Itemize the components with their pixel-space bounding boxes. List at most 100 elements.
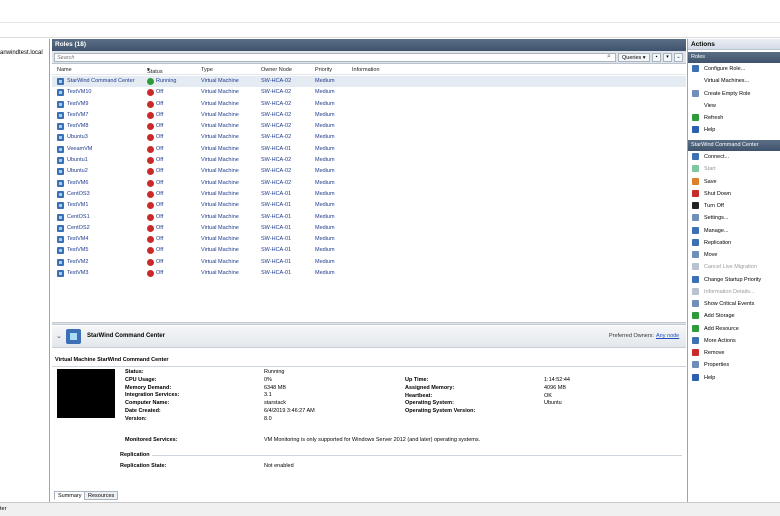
settings-icon — [692, 214, 699, 222]
table-row[interactable]: TestVM4 Off Virtual Machine SW-HCA-01 Medium — [52, 234, 686, 245]
action-item[interactable]: Virtual Machines... — [688, 75, 780, 87]
action-item[interactable]: Help — [688, 372, 780, 384]
table-row[interactable]: TestVM7 Off Virtual Machine SW-HCA-02 Medium — [52, 110, 686, 121]
column-status[interactable]: Status ▾ — [147, 67, 163, 75]
table-row[interactable]: CentOS2 Off Virtual Machine SW-HCA-01 Medium — [52, 223, 686, 234]
table-row[interactable]: VeeamVM Off Virtual Machine SW-HCA-01 Medium — [52, 144, 686, 155]
virtual-machine-icon — [57, 89, 64, 97]
off-status-icon — [147, 213, 154, 221]
role-name: TestVM1 — [67, 202, 89, 209]
off-status-icon — [147, 123, 154, 131]
virtual-machine-icon — [57, 157, 64, 165]
role-owner-node: SW-HCA-02 — [261, 179, 292, 186]
actions-section-vm[interactable]: StarWind Command Center — [688, 140, 780, 151]
table-row[interactable]: StarWind Command Center Running Virtual Ma… — [52, 76, 686, 88]
table-row[interactable]: Ubuntu2 Off Virtual Machine SW-HCA-02 Medium — [52, 166, 686, 177]
action-item[interactable]: Manage... — [688, 225, 780, 237]
table-row[interactable]: TestVM5 Off Virtual Machine SW-HCA-01 Medium — [52, 245, 686, 256]
action-item[interactable]: Shut Down — [688, 188, 780, 200]
detail-value: 6348 MB — [264, 384, 287, 391]
detail-value: 1:14:52:44 — [544, 377, 570, 383]
column-name[interactable]: Name — [57, 67, 72, 73]
properties-icon — [692, 361, 699, 369]
startup-priority-icon — [692, 275, 699, 283]
roles-table-body: StarWind Command Center Running Virtual Ma… — [52, 76, 686, 279]
search-input[interactable] — [54, 53, 616, 62]
action-item[interactable]: Turn Off — [688, 200, 780, 212]
virtual-machine-icon — [57, 145, 64, 153]
action-item[interactable]: More Actions — [688, 335, 780, 347]
action-item[interactable]: Connect... — [688, 151, 780, 163]
table-row[interactable]: TestVM8 Off Virtual Machine SW-HCA-02 Medium — [52, 121, 686, 132]
role-priority: Medium — [315, 202, 335, 209]
action-item[interactable]: Information Details... — [688, 286, 780, 298]
replication-state-value: Not enabled — [264, 463, 294, 469]
tab-summary[interactable]: Summary — [54, 491, 86, 500]
manage-icon — [692, 226, 699, 234]
action-item[interactable]: Remove — [688, 347, 780, 359]
action-item[interactable]: Change Startup Priority — [688, 274, 780, 286]
column-status-label: Status — [147, 69, 163, 75]
action-item[interactable]: Replication — [688, 237, 780, 249]
column-priority[interactable]: Priority — [315, 67, 332, 73]
table-row[interactable]: TestVM2 Off Virtual Machine SW-HCA-01 Medium — [52, 257, 686, 268]
detail-value: 6/4/2019 3:46:27 AM — [264, 408, 315, 414]
vm-thumbnail[interactable] — [57, 369, 115, 418]
table-row[interactable]: CentOS3 Off Virtual Machine SW-HCA-01 Medium — [52, 189, 686, 200]
tab-resources[interactable]: Resources — [84, 491, 119, 500]
action-item[interactable]: Add Resource — [688, 323, 780, 335]
action-item[interactable]: Save — [688, 176, 780, 188]
table-row[interactable]: TestVM10 Off Virtual Machine SW-HCA-02 Mediu… — [52, 87, 686, 98]
action-item[interactable]: Cancel Live Migration — [688, 261, 780, 273]
virtual-machine-icon — [66, 329, 81, 344]
action-item[interactable]: Properties — [688, 359, 780, 371]
action-item[interactable]: View — [688, 100, 780, 112]
column-type[interactable]: Type — [201, 67, 213, 73]
virtual-machine-icon — [57, 123, 64, 131]
query-dropdown-icon[interactable]: ▾ — [663, 53, 672, 62]
role-type: Virtual Machine — [201, 100, 239, 107]
action-item[interactable]: Add Storage — [688, 310, 780, 322]
action-label: Add Resource — [704, 325, 739, 332]
column-information[interactable]: Information — [352, 67, 380, 73]
help-icon — [692, 373, 699, 381]
action-item[interactable]: Move — [688, 249, 780, 261]
action-item[interactable]: Help — [688, 124, 780, 136]
table-row[interactable]: TestVM3 Off Virtual Machine SW-HCA-01 Medium — [52, 268, 686, 279]
preferred-owners-link[interactable]: Any node — [656, 333, 679, 339]
save-query-icon[interactable]: ▪ — [652, 53, 661, 62]
role-owner-node: SW-HCA-02 — [261, 100, 292, 107]
collapse-icon[interactable]: ⌄ — [674, 53, 683, 62]
role-type: Virtual Machine — [201, 236, 239, 243]
roles-pane: Roles (18) ⌕ Queries ▾ ▪ ▾ ⌄ Name Status… — [52, 39, 686, 502]
status-text: ter — [0, 506, 7, 512]
table-row[interactable]: Ubuntu1 Off Virtual Machine SW-HCA-02 Medium — [52, 155, 686, 166]
table-row[interactable]: CentOS1 Off Virtual Machine SW-HCA-01 Medium — [52, 212, 686, 223]
queries-button[interactable]: Queries ▾ — [618, 53, 650, 62]
column-owner-node[interactable]: Owner Node — [261, 67, 292, 73]
actions-section-roles[interactable]: Roles — [688, 52, 780, 63]
tree-item-cluster[interactable]: anwindtest.local — [0, 50, 43, 56]
action-label: Save — [704, 178, 717, 185]
roles-header: Roles (18) — [52, 39, 686, 51]
detail-label: Integration Services: — [125, 392, 180, 399]
action-item[interactable]: Start — [688, 163, 780, 175]
role-status: Off — [156, 179, 164, 186]
pane-splitter[interactable] — [52, 322, 686, 325]
detail-label: CPU Usage: — [125, 376, 157, 383]
action-item[interactable]: Settings... — [688, 212, 780, 224]
table-row[interactable]: Ubuntu3 Off Virtual Machine SW-HCA-02 Medium — [52, 132, 686, 143]
action-item[interactable]: Refresh — [688, 112, 780, 124]
table-row[interactable]: TestVM1 Off Virtual Machine SW-HCA-01 Medium — [52, 200, 686, 211]
detail-label: Operating System: — [405, 400, 454, 407]
collapse-details-icon[interactable]: ⌄ — [56, 332, 62, 340]
detail-value: 8.0 — [264, 415, 272, 422]
action-item[interactable]: Show Critical Events — [688, 298, 780, 310]
remove-icon — [692, 349, 699, 356]
search-icon[interactable]: ⌕ — [607, 53, 611, 61]
action-item[interactable]: Configure Role... — [688, 63, 780, 75]
table-row[interactable]: TestVM6 Off Virtual Machine SW-HCA-02 Medium — [52, 178, 686, 189]
action-item[interactable]: Create Empty Role — [688, 88, 780, 100]
table-row[interactable]: TestVM9 Off Virtual Machine SW-HCA-02 Medium — [52, 99, 686, 110]
action-label: Create Empty Role — [704, 90, 751, 97]
